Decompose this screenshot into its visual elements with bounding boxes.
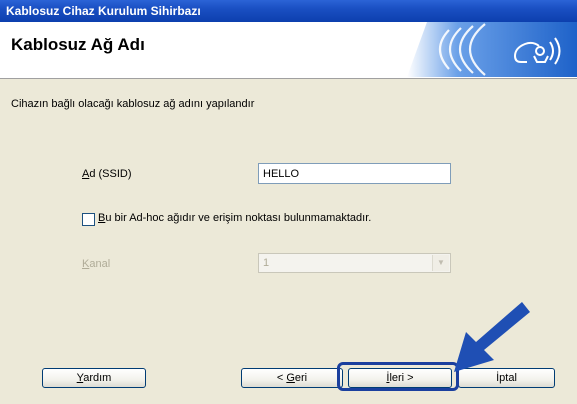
- ssid-label-text: d (SSID): [89, 168, 132, 180]
- pointer-arrow-icon: [454, 302, 530, 372]
- instruction-text: Cihazın bağlı olacağı kablosuz ağ adını …: [11, 98, 255, 110]
- header-panel: Kablosuz Ağ Adı: [0, 22, 577, 79]
- adhoc-checkbox[interactable]: [82, 213, 95, 226]
- channel-select[interactable]: 1 ▼: [258, 253, 451, 273]
- channel-label: Kanal: [82, 258, 110, 270]
- adhoc-checkbox-label[interactable]: Bu bir Ad-hoc ağıdır ve erişim noktası b…: [98, 212, 371, 224]
- adhoc-label-text: u bir Ad-hoc ağıdır ve erişim noktası bu…: [105, 212, 372, 224]
- back-mnemonic: G: [286, 372, 295, 384]
- back-button[interactable]: < Geri: [241, 368, 343, 388]
- back-label: eri: [294, 372, 308, 384]
- title-bar[interactable]: Kablosuz Cihaz Kurulum Sihirbazı: [0, 0, 577, 22]
- window-title: Kablosuz Cihaz Kurulum Sihirbazı: [6, 4, 201, 18]
- back-prefix: <: [276, 372, 287, 384]
- help-label: ardım: [83, 372, 112, 384]
- page-title: Kablosuz Ağ Adı: [11, 35, 145, 54]
- channel-label-text: anal: [89, 258, 111, 270]
- wizard-window: Kablosuz Cihaz Kurulum Sihirbazı Kablosu…: [0, 0, 577, 404]
- next-button-highlight: [337, 362, 459, 391]
- wireless-signal-icon: [407, 22, 577, 77]
- chevron-down-icon[interactable]: ▼: [432, 255, 449, 271]
- help-button[interactable]: Yardım: [42, 368, 146, 388]
- channel-value: 1: [263, 257, 270, 269]
- ssid-input[interactable]: [258, 163, 451, 184]
- ssid-label: Ad (SSID): [82, 168, 132, 180]
